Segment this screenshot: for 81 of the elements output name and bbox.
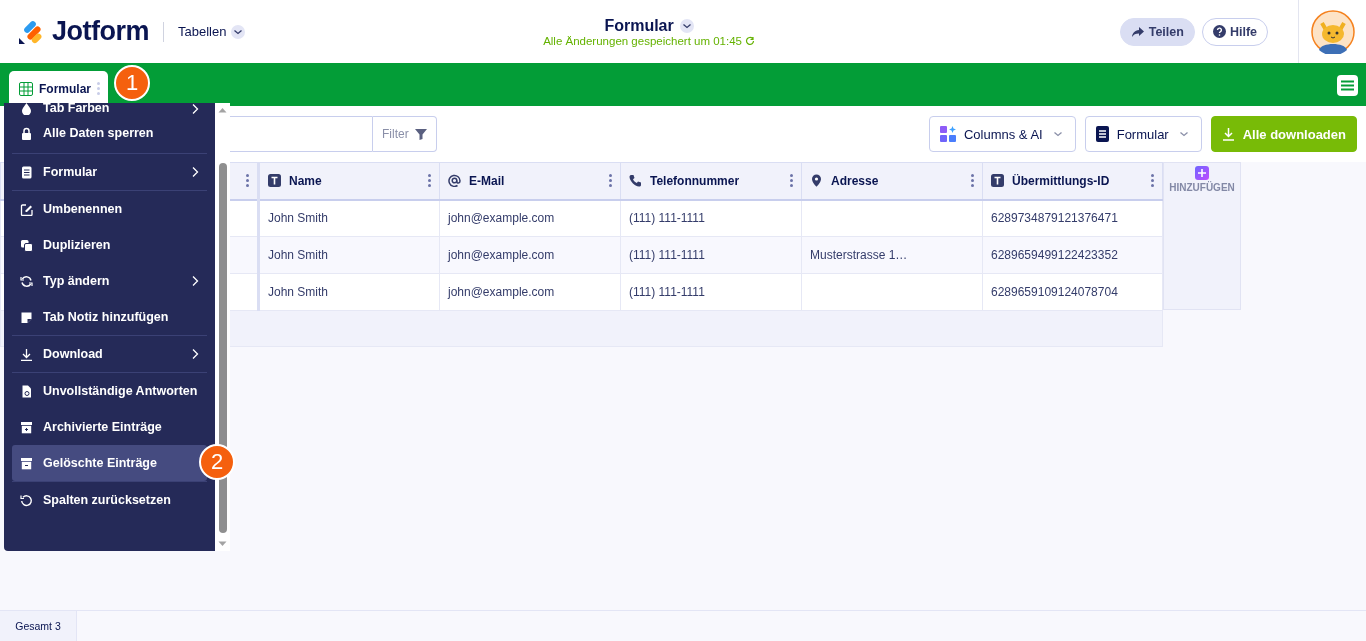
menu-icon	[1341, 80, 1354, 91]
kebab-icon	[97, 82, 100, 95]
help-button[interactable]: Hilfe	[1201, 17, 1268, 46]
table-cell: John Smith	[258, 199, 440, 237]
column-header[interactable]: Übermittlungs-ID	[982, 162, 1163, 200]
download-icon	[1221, 127, 1235, 141]
column-header[interactable]: Name	[258, 162, 440, 200]
table-cell: (111) 111-1111	[620, 199, 802, 237]
table-cell: john@example.com	[439, 236, 621, 274]
menu-item[interactable]: Unvollständige Antworten	[12, 373, 207, 409]
location-pin-icon	[810, 174, 823, 188]
column-header[interactable]: Adresse	[801, 162, 983, 200]
table-cell: John Smith	[258, 273, 440, 311]
menu-item[interactable]: Gelöschte Einträge	[12, 445, 207, 481]
form-button[interactable]: Formular	[1084, 116, 1202, 152]
logo-icon	[18, 18, 44, 45]
phone-icon	[629, 174, 642, 188]
filter-icon	[414, 128, 427, 140]
plus-icon	[1198, 169, 1206, 177]
menu-button[interactable]	[1337, 75, 1358, 96]
edit-icon	[20, 202, 33, 216]
grid-icon	[19, 81, 33, 96]
lock-icon	[20, 126, 33, 140]
menu-item[interactable]: Tab Notiz hinzufügen	[12, 299, 207, 335]
at-sign-icon	[448, 174, 461, 188]
menu-item[interactable]: Alle Daten sperren	[12, 115, 207, 151]
menu-item[interactable]: Umbenennen	[12, 191, 207, 227]
document-icon	[20, 165, 33, 179]
chevron-right-icon	[191, 166, 199, 178]
form-icon	[1095, 126, 1109, 142]
logo-wordmark: Jotform	[52, 16, 149, 47]
drop-icon	[20, 103, 33, 115]
menu-item[interactable]: Duplizieren	[12, 227, 207, 263]
cycle-icon	[20, 274, 33, 288]
help-icon	[1212, 25, 1226, 38]
table-cell: 6289659499122423352	[982, 236, 1163, 274]
reset-icon	[20, 493, 33, 507]
kebab-icon	[971, 174, 974, 188]
table-cell: john@example.com	[439, 199, 621, 237]
column-header[interactable]: E-Mail	[439, 162, 621, 200]
kebab-icon	[246, 174, 249, 188]
download-icon	[20, 347, 33, 361]
menu-item[interactable]: Tab Farben	[12, 103, 207, 115]
menu-item[interactable]: Formular	[12, 154, 207, 190]
chevron-right-icon	[191, 348, 199, 360]
archive-icon	[20, 456, 33, 470]
text-type-icon	[268, 174, 281, 188]
kebab-icon	[1151, 174, 1154, 188]
column-header[interactable]: Telefonnummer	[620, 162, 802, 200]
menu-item[interactable]: Archivierte Einträge	[12, 409, 207, 445]
section-dropdown[interactable]: Tabellen	[178, 24, 246, 39]
table-cell: 6289659109124078704	[982, 273, 1163, 311]
total-count: Gesamt 3	[0, 611, 77, 641]
shapes-icon	[939, 126, 956, 142]
kebab-icon	[428, 174, 431, 188]
columns-button[interactable]: Columns & AI	[928, 116, 1076, 152]
scroll-down-icon	[218, 541, 227, 547]
menu-item[interactable]: Spalten zurücksetzen	[12, 482, 207, 518]
text-type-icon	[991, 174, 1004, 188]
file-icon	[20, 384, 33, 398]
table-cell: Musterstrasse 1…	[801, 236, 983, 274]
share-button[interactable]: Teilen	[1119, 17, 1195, 46]
avatar-icon	[1310, 9, 1355, 54]
share-arrow-icon	[1130, 25, 1145, 38]
menu-item[interactable]: Download	[12, 336, 207, 372]
table-cell: (111) 111-1111	[620, 273, 802, 311]
refresh-icon	[745, 35, 755, 46]
kebab-icon	[790, 174, 793, 188]
chevron-right-icon	[191, 103, 199, 115]
kebab-icon	[609, 174, 612, 188]
table-cell: john@example.com	[439, 273, 621, 311]
archive-icon	[20, 420, 33, 434]
table-cell: John Smith	[258, 236, 440, 274]
menu-item[interactable]: Typ ändern	[12, 263, 207, 299]
table-cell: 6289734879121376471	[982, 199, 1163, 237]
note-icon	[20, 310, 33, 324]
form-title: Formular	[604, 16, 674, 35]
chevron-right-icon	[191, 275, 199, 287]
table-cell: (111) 111-1111	[620, 236, 802, 274]
save-status: Alle Änderungen gespeichert um 01:45	[543, 34, 742, 47]
copy-icon	[20, 238, 33, 252]
